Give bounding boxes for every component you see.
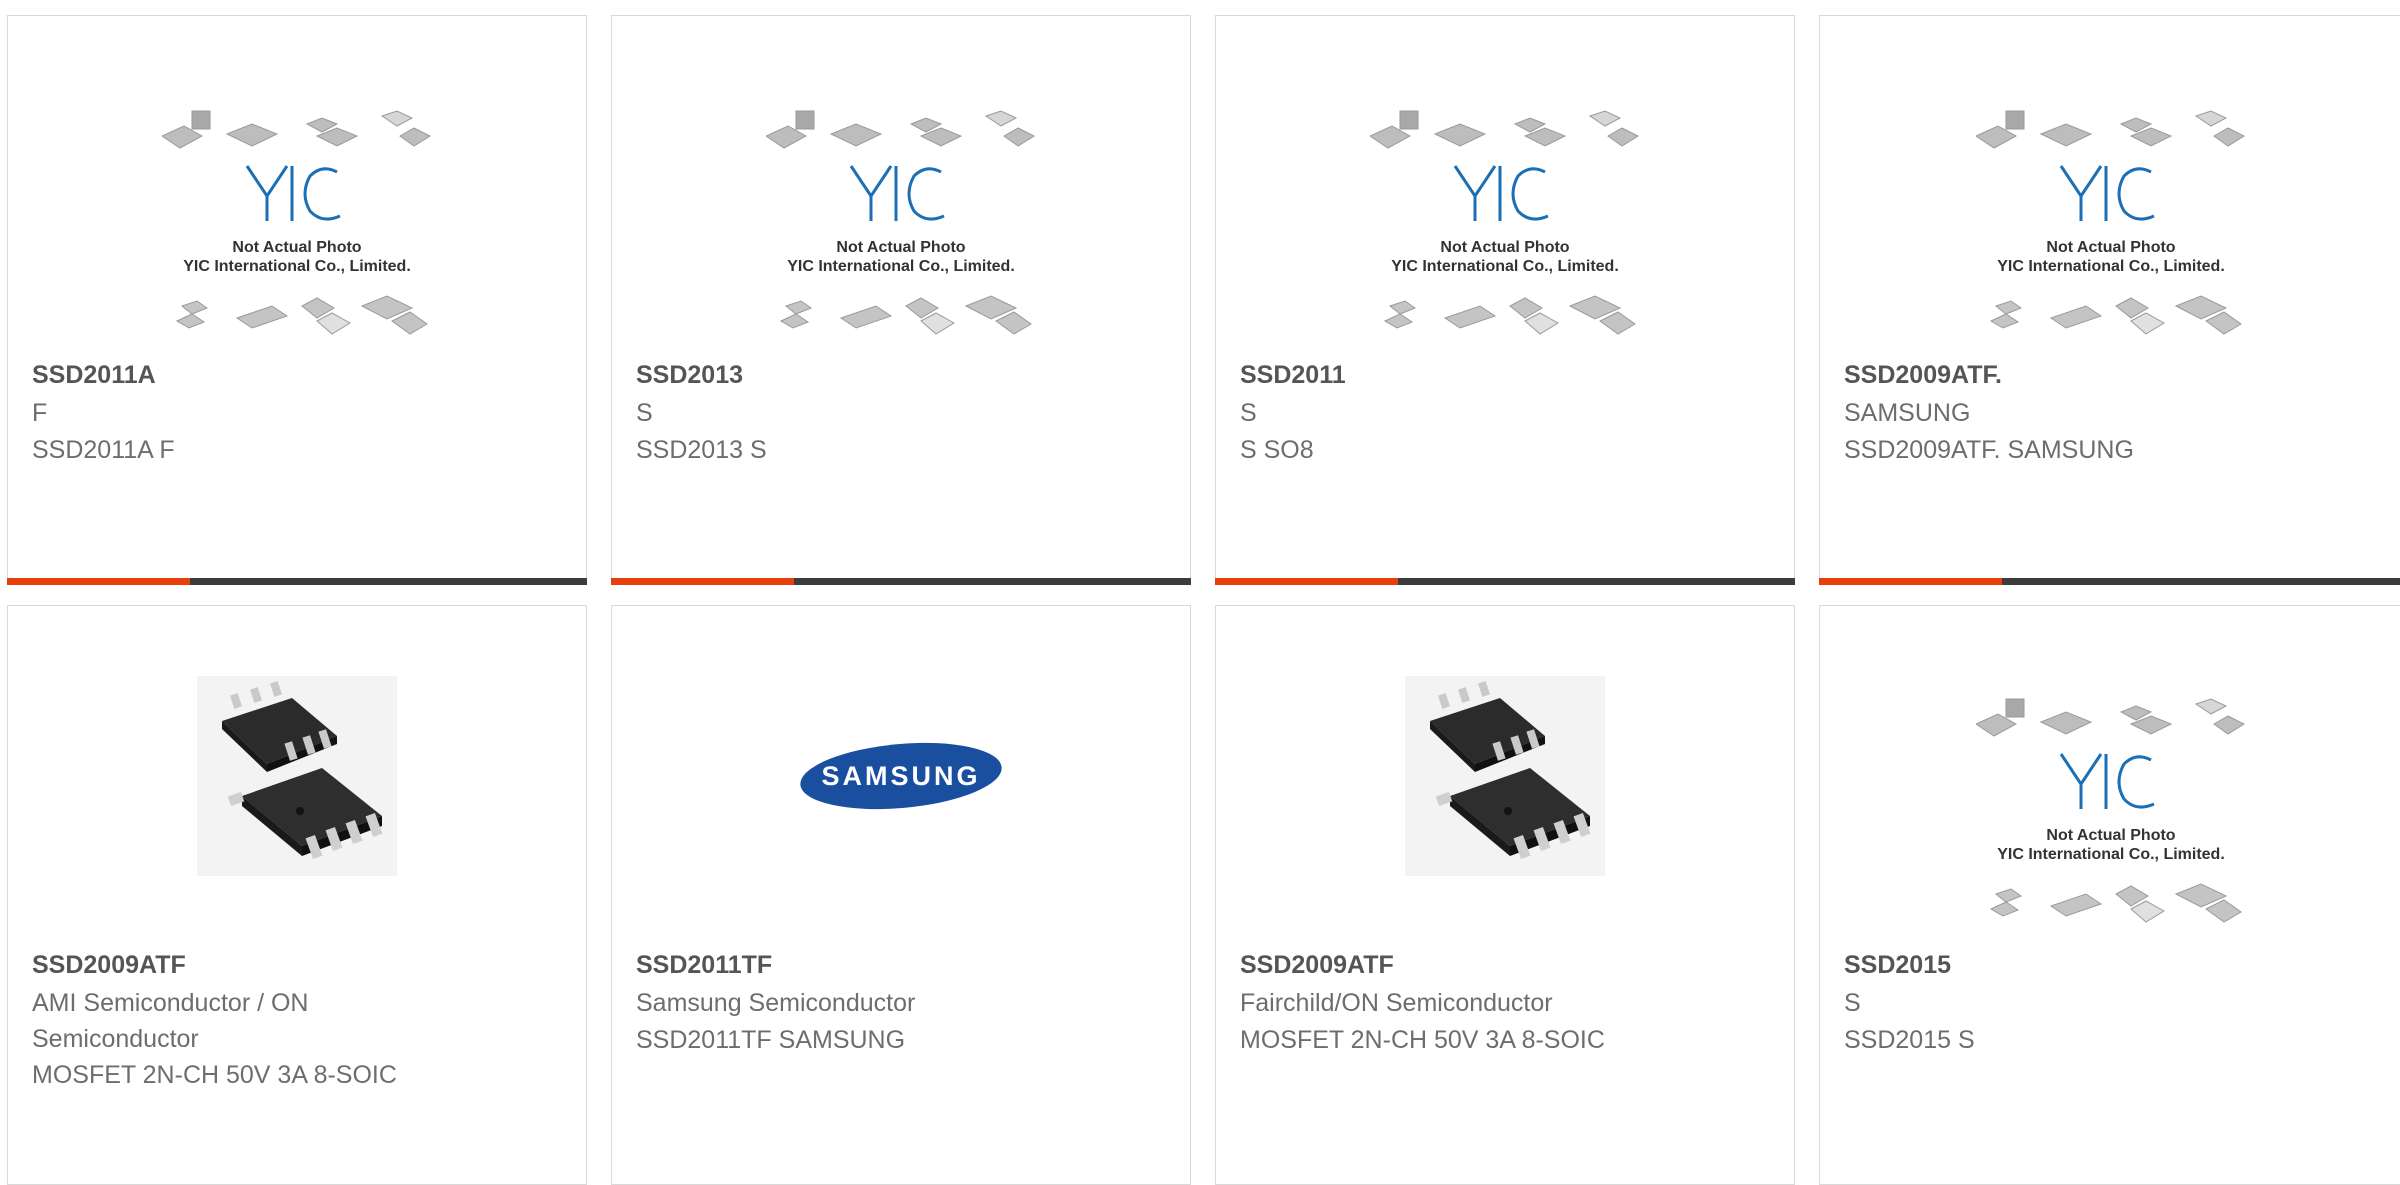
samsung-logo-image: SAMSUNG — [798, 736, 1004, 816]
description: MOSFET 2N-CH 50V 3A 8-SOIC — [1240, 1026, 1605, 1054]
yic-placeholder-image: Not Actual Photo YIC International Co., … — [1974, 106, 2246, 356]
placeholder-line2: YIC International Co., Limited. — [787, 258, 1015, 275]
part-number[interactable]: SSD2011A — [32, 361, 156, 390]
placeholder-line2: YIC International Co., Limited. — [1997, 846, 2225, 863]
chip-icons-top — [1974, 110, 2246, 149]
part-number[interactable]: SSD2011TF — [636, 951, 772, 980]
yic-logo — [849, 165, 945, 221]
placeholder-line2: YIC International Co., Limited. — [183, 258, 411, 275]
yic-logo — [1453, 165, 1549, 221]
placeholder-line2: YIC International Co., Limited. — [1391, 258, 1619, 275]
yic-placeholder-image: Not Actual Photo YIC International Co., … — [764, 106, 1036, 356]
placeholder-line1: Not Actual Photo — [1440, 239, 1569, 256]
part-number[interactable]: SSD2009ATF — [32, 951, 186, 980]
part-number[interactable]: SSD2009ATF — [1240, 951, 1394, 980]
soic8-chip-image — [197, 676, 397, 876]
bar-accent — [611, 578, 794, 585]
manufacturer: S — [1240, 399, 1257, 427]
description: SSD2009ATF. SAMSUNG — [1844, 436, 2134, 464]
manufacturer: SAMSUNG — [1844, 399, 1971, 427]
samsung-wordmark: SAMSUNG — [821, 761, 980, 791]
placeholder-line1: Not Actual Photo — [836, 239, 965, 256]
chip-icons-top — [764, 110, 1036, 149]
manufacturer: S — [636, 399, 653, 427]
chip-icons-bottom — [1383, 295, 1636, 335]
card-bottom-bar — [1819, 578, 2400, 585]
yic-placeholder-image: Not Actual Photo YIC International Co., … — [160, 106, 432, 356]
yic-placeholder-image: Not Actual Photo YIC International Co., … — [1974, 694, 2246, 944]
chip-icons-top — [1974, 698, 2246, 737]
description: SSD2011A F — [32, 436, 175, 464]
manufacturer: F — [32, 399, 48, 427]
bar-accent — [1215, 578, 1398, 585]
product-card[interactable]: Not Actual Photo YIC International Co., … — [1819, 605, 2400, 1185]
product-card[interactable]: Not Actual Photo YIC International Co., … — [7, 15, 587, 585]
yic-placeholder-image: Not Actual Photo YIC International Co., … — [1368, 106, 1640, 356]
chip-icons-bottom — [1989, 883, 2242, 923]
yic-logo — [245, 165, 341, 221]
yic-logo — [2059, 753, 2155, 809]
placeholder-line2: YIC International Co., Limited. — [1997, 258, 2225, 275]
description: SSD2011TF SAMSUNG — [636, 1026, 906, 1054]
chip-icons-bottom — [779, 295, 1032, 335]
chip-icons-top — [160, 110, 432, 149]
product-card[interactable]: Not Actual Photo YIC International Co., … — [1819, 15, 2400, 585]
product-card[interactable]: SAMSUNG SSD2011TF Samsung Semiconductor … — [611, 605, 1191, 1185]
description: S SO8 — [1240, 436, 1314, 464]
product-card[interactable]: Not Actual Photo YIC International Co., … — [1215, 15, 1795, 585]
yic-logo — [2059, 165, 2155, 221]
description: SSD2015 S — [1844, 1026, 1975, 1054]
placeholder-line1: Not Actual Photo — [2046, 827, 2175, 844]
product-card[interactable]: Not Actual Photo YIC International Co., … — [611, 15, 1191, 585]
product-card[interactable]: SSD2009ATF Fairchild/ON Semiconductor MO… — [1215, 605, 1795, 1185]
description: MOSFET 2N-CH 50V 3A 8-SOIC — [32, 1061, 397, 1089]
description: SSD2013 S — [636, 436, 767, 464]
bar-accent — [7, 578, 190, 585]
part-number[interactable]: SSD2011 — [1240, 361, 1346, 390]
card-bottom-bar — [611, 578, 1191, 585]
bar-accent — [1819, 578, 2002, 585]
chip-icons-bottom — [175, 295, 428, 335]
card-bottom-bar — [7, 578, 587, 585]
soic8-chip-image — [1405, 676, 1605, 876]
part-number[interactable]: SSD2015 — [1844, 951, 1951, 980]
placeholder-line1: Not Actual Photo — [2046, 239, 2175, 256]
manufacturer: Samsung Semiconductor — [636, 989, 916, 1017]
part-number[interactable]: SSD2009ATF. — [1844, 361, 2002, 390]
part-number[interactable]: SSD2013 — [636, 361, 743, 390]
card-bottom-bar — [1215, 578, 1795, 585]
manufacturer: S — [1844, 989, 1861, 1017]
product-card[interactable]: SSD2009ATF AMI Semiconductor / ON Semico… — [7, 605, 587, 1185]
chip-icons-top — [1368, 110, 1640, 149]
placeholder-line1: Not Actual Photo — [232, 239, 361, 256]
manufacturer: AMI Semiconductor / ON Semiconductor — [32, 989, 309, 1053]
manufacturer: Fairchild/ON Semiconductor — [1240, 989, 1553, 1017]
chip-icons-bottom — [1989, 295, 2242, 335]
